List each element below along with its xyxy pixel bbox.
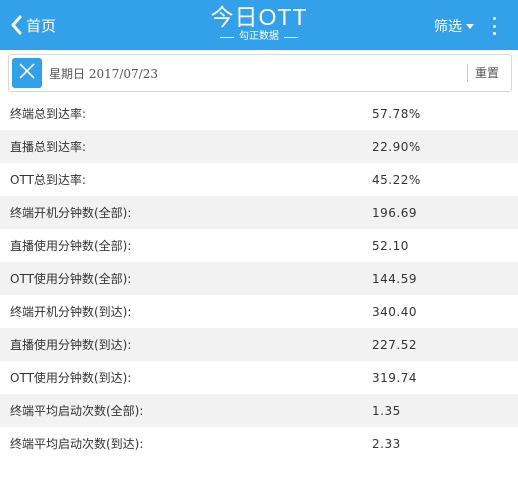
metric-row: 终端开机分钟数(到达): 340.40 bbox=[0, 295, 518, 328]
metric-value: 319.74 bbox=[372, 370, 417, 385]
logo-subtitle-row: 勾正数据 bbox=[200, 30, 318, 44]
metric-label: 终端总到达率: bbox=[10, 107, 87, 121]
metric-row: 终端开机分钟数(全部): 196.69 bbox=[0, 196, 518, 229]
divider bbox=[467, 64, 468, 82]
more-dot-icon bbox=[492, 32, 496, 35]
app-logo: 今日OTT 勾正数据 bbox=[200, 4, 318, 46]
metric-label: 终端开机分钟数(全部): bbox=[10, 206, 132, 220]
date-filter-bar: 星期日 2017/07/23 重置 bbox=[8, 54, 512, 92]
metric-row: 终端平均启动次数(到达): 2.33 bbox=[0, 427, 518, 460]
chevron-left-icon bbox=[10, 15, 22, 35]
metric-row: OTT使用分钟数(全部): 144.59 bbox=[0, 262, 518, 295]
metric-label: OTT总到达率: bbox=[10, 173, 86, 187]
metric-label: 直播总到达率: bbox=[10, 140, 87, 154]
reset-button[interactable]: 重置 bbox=[475, 64, 499, 81]
metric-label: 直播使用分钟数(全部): bbox=[10, 239, 132, 253]
divider bbox=[220, 36, 234, 38]
clear-date-button[interactable] bbox=[12, 58, 42, 88]
metric-row: 直播使用分钟数(全部): 52.10 bbox=[0, 229, 518, 262]
metric-value: 227.52 bbox=[372, 337, 417, 352]
close-icon bbox=[18, 62, 36, 84]
metric-row: OTT使用分钟数(到达): 319.74 bbox=[0, 361, 518, 394]
metric-row: 终端平均启动次数(全部): 1.35 bbox=[0, 394, 518, 427]
more-dot-icon bbox=[492, 17, 496, 20]
metric-label: 终端平均启动次数(到达): bbox=[10, 437, 144, 451]
metric-label: 直播使用分钟数(到达): bbox=[10, 338, 132, 352]
more-dot-icon bbox=[492, 24, 496, 28]
more-menu-button[interactable] bbox=[489, 17, 499, 35]
metric-value: 22.90% bbox=[372, 139, 421, 154]
metric-row: OTT总到达率: 45.22% bbox=[0, 163, 518, 196]
metric-label: OTT使用分钟数(到达): bbox=[10, 371, 132, 385]
metric-value: 340.40 bbox=[372, 304, 417, 319]
caret-down-icon bbox=[466, 23, 474, 29]
filter-button[interactable]: 筛选 bbox=[434, 16, 474, 36]
divider bbox=[284, 36, 298, 38]
metric-row: 直播总到达率: 22.90% bbox=[0, 130, 518, 163]
metric-value: 52.10 bbox=[372, 238, 409, 253]
logo-subtitle: 勾正数据 bbox=[239, 31, 279, 42]
metric-label: OTT使用分钟数(全部): bbox=[10, 272, 132, 286]
metric-value: 144.59 bbox=[372, 271, 417, 286]
metric-label: 终端平均启动次数(全部): bbox=[10, 404, 144, 418]
selected-date[interactable]: 星期日 2017/07/23 bbox=[49, 65, 158, 82]
metric-label: 终端开机分钟数(到达): bbox=[10, 305, 132, 319]
metric-value: 45.22% bbox=[372, 172, 421, 187]
app-header: 首页 今日OTT 勾正数据 筛选 bbox=[0, 0, 518, 50]
back-button[interactable]: 首页 bbox=[10, 12, 56, 38]
logo-title: 今日OTT bbox=[210, 4, 308, 30]
metric-value: 57.78% bbox=[372, 106, 421, 121]
metrics-list: 终端总到达率: 57.78% 直播总到达率: 22.90% OTT总到达率: 4… bbox=[0, 97, 518, 460]
metric-value: 2.33 bbox=[372, 436, 401, 451]
metric-value: 196.69 bbox=[372, 205, 417, 220]
metric-row: 直播使用分钟数(到达): 227.52 bbox=[0, 328, 518, 361]
metric-value: 1.35 bbox=[372, 403, 401, 418]
metric-row: 终端总到达率: 57.78% bbox=[0, 97, 518, 130]
back-label: 首页 bbox=[26, 16, 57, 35]
filter-label: 筛选 bbox=[434, 19, 462, 35]
